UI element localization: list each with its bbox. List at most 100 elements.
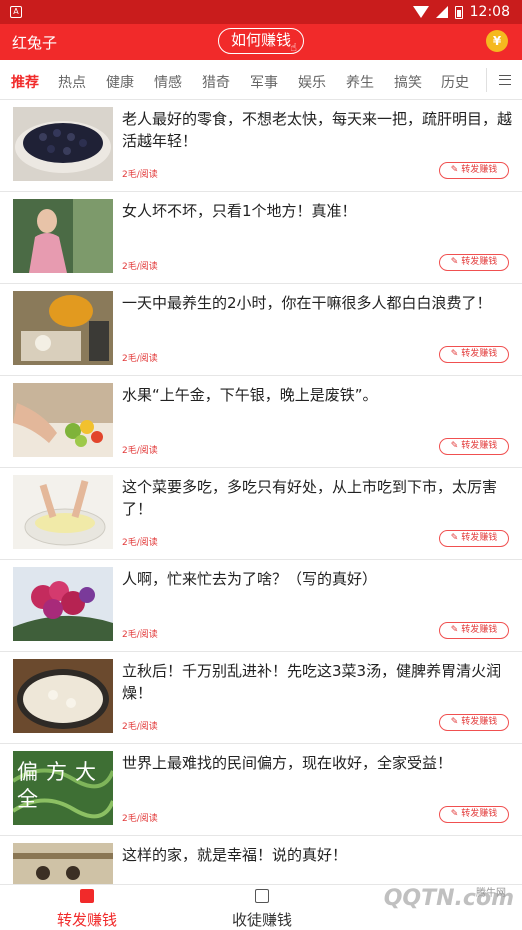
share-earn-button[interactable]: ✎ 转发赚钱	[439, 714, 509, 731]
share-icon: ✎	[450, 809, 462, 819]
thumbnail	[13, 199, 113, 273]
reward-rate: 2毛/阅读	[122, 262, 158, 272]
list-item[interactable]: 女人坏不坏，只看1个地方！真准！ 2毛/阅读 ✎ 转发赚钱	[0, 192, 522, 284]
status-bar: A 12:08	[0, 0, 522, 24]
woman-dress-image	[13, 199, 113, 273]
share-label: 转发赚钱	[461, 717, 498, 727]
signal-icon	[435, 6, 448, 18]
list-item[interactable]: 立秋后！千万别乱进补！先吃这3菜3汤，健脾养胃清火润燥！ 2毛/阅读 ✎ 转发赚…	[0, 652, 522, 744]
reward-rate: 2毛/阅读	[122, 538, 158, 548]
share-icon: ✎	[450, 717, 462, 727]
nav-share-earn[interactable]: 转发赚钱	[17, 889, 157, 930]
item-title[interactable]: 立秋后！千万别乱进补！先吃这3菜3汤，健脾养胃清火润燥！	[122, 660, 514, 704]
item-title[interactable]: 这个菜要多吃，多吃只有好处，从上市吃到下市，太厉害了！	[122, 476, 514, 520]
item-title[interactable]: 一天中最养生的2小时，你在干嘛很多人都白白浪费了！	[122, 292, 514, 314]
share-earn-button[interactable]: ✎ 转发赚钱	[439, 622, 509, 639]
tab-military[interactable]: 军事	[250, 72, 278, 92]
list-item[interactable]: 老人最好的零食，不想老太快，每天来一把，疏肝明目，越活越年轻！ 2毛/阅读 ✎ …	[0, 100, 522, 192]
item-title[interactable]: 老人最好的零食，不想老太快，每天来一把，疏肝明目，越活越年轻！	[122, 108, 514, 152]
tab-health[interactable]: 健康	[106, 72, 134, 92]
share-earn-button[interactable]: ✎ 转发赚钱	[439, 162, 509, 179]
app-title: 红兔子	[12, 34, 58, 52]
thumbnail	[13, 659, 113, 733]
item-title[interactable]: 女人坏不坏，只看1个地方！真准！	[122, 200, 514, 222]
reward-rate: 2毛/阅读	[122, 354, 158, 364]
share-label: 转发赚钱	[461, 165, 498, 175]
share-icon: ✎	[450, 441, 462, 451]
tab-hot[interactable]: 热点	[58, 72, 86, 92]
app-bar: 红兔子 如何赚钱 ☝ ¥	[0, 24, 522, 60]
watermark: 腾牛网 QQTN.com	[384, 886, 514, 911]
thumbnail	[13, 475, 113, 549]
share-icon: ✎	[450, 257, 462, 267]
share-label: 转发赚钱	[461, 257, 498, 267]
share-label: 转发赚钱	[461, 533, 498, 543]
nav-share-earn-label: 转发赚钱	[56, 911, 117, 929]
news-feed[interactable]: 老人最好的零食，不想老太快，每天来一把，疏肝明目，越活越年轻！ 2毛/阅读 ✎ …	[0, 100, 522, 884]
share-earn-icon	[80, 889, 94, 903]
nav-recruit-earn[interactable]: 收徒赚钱	[192, 889, 332, 930]
yen-coin-icon[interactable]: ¥	[486, 30, 508, 52]
share-earn-button[interactable]: ✎ 转发赚钱	[439, 254, 509, 271]
share-icon: ✎	[450, 349, 462, 359]
share-icon: ✎	[450, 165, 462, 175]
tab-funny[interactable]: 搞笑	[394, 72, 422, 92]
hand-cursor-icon: ☝	[290, 41, 297, 54]
tab-wellness[interactable]: 养生	[346, 72, 374, 92]
thumbnail: 偏方大全	[13, 751, 113, 825]
battery-icon	[454, 5, 463, 19]
porridge-image	[13, 659, 113, 733]
thumbnail	[13, 567, 113, 641]
share-earn-button[interactable]: ✎ 转发赚钱	[439, 438, 509, 455]
tab-entertainment[interactable]: 娱乐	[298, 72, 326, 92]
reward-rate: 2毛/阅读	[122, 722, 158, 732]
flowers-image	[13, 567, 113, 641]
reward-rate: 2毛/阅读	[122, 630, 158, 640]
recruit-earn-icon	[255, 889, 269, 903]
share-label: 转发赚钱	[461, 349, 498, 359]
status-icons: 12:08	[412, 4, 510, 20]
tab-curiosity[interactable]: 猎奇	[202, 72, 230, 92]
share-label: 转发赚钱	[461, 809, 498, 819]
category-tabs: 推荐 热点 健康 情感 猎奇 军事 娱乐 养生 搞笑 历史	[0, 60, 522, 100]
item-title[interactable]: 水果“上午金，下午银，晚上是废铁”。	[122, 384, 514, 406]
share-label: 转发赚钱	[461, 441, 498, 451]
cabbage-bowl-image	[13, 475, 113, 549]
tab-history[interactable]: 历史	[441, 72, 469, 92]
list-item[interactable]: 这样的家，就是幸福！说的真好！	[0, 836, 522, 884]
thumbnail	[13, 383, 113, 457]
how-to-earn-button[interactable]: 如何赚钱 ☝	[218, 28, 304, 54]
list-item[interactable]: 一天中最养生的2小时，你在干嘛很多人都白白浪费了！ 2毛/阅读 ✎ 转发赚钱	[0, 284, 522, 376]
tabs-divider	[486, 68, 487, 92]
share-earn-button[interactable]: ✎ 转发赚钱	[439, 530, 509, 547]
item-title[interactable]: 人啊，忙来忙去为了啥？（写的真好）	[122, 568, 514, 590]
share-icon: ✎	[450, 625, 462, 635]
share-label: 转发赚钱	[461, 625, 498, 635]
list-item[interactable]: 水果“上午金，下午银，晚上是废铁”。 2毛/阅读 ✎ 转发赚钱	[0, 376, 522, 468]
share-earn-button[interactable]: ✎ 转发赚钱	[439, 806, 509, 823]
menu-icon[interactable]	[499, 75, 511, 85]
list-item[interactable]: 这个菜要多吃，多吃只有好处，从上市吃到下市，太厉害了！ 2毛/阅读 ✎ 转发赚钱	[0, 468, 522, 560]
notification-icon: A	[10, 6, 22, 18]
thumbnail	[13, 291, 113, 365]
reward-rate: 2毛/阅读	[122, 446, 158, 456]
status-time: 12:08	[469, 4, 510, 20]
list-item[interactable]: 偏方大全 世界上最难找的民间偏方，现在收好，全家受益！ 2毛/阅读 ✎ 转发赚钱	[0, 744, 522, 836]
blueberries-image	[13, 107, 113, 181]
share-icon: ✎	[450, 533, 462, 543]
list-item[interactable]: 人啊，忙来忙去为了啥？（写的真好） 2毛/阅读 ✎ 转发赚钱	[0, 560, 522, 652]
wifi-icon	[412, 6, 429, 18]
thumbnail	[13, 843, 113, 884]
reward-rate: 2毛/阅读	[122, 170, 158, 180]
item-title[interactable]: 世界上最难找的民间偏方，现在收好，全家受益！	[122, 752, 514, 774]
fruit-cutting-image	[13, 383, 113, 457]
family-image	[13, 843, 113, 884]
item-title[interactable]: 这样的家，就是幸福！说的真好！	[122, 844, 514, 866]
tab-emotion[interactable]: 情感	[154, 72, 182, 92]
tab-recommend[interactable]: 推荐	[11, 72, 39, 92]
share-earn-button[interactable]: ✎ 转发赚钱	[439, 346, 509, 363]
food-prep-image	[13, 291, 113, 365]
thumbnail	[13, 107, 113, 181]
watermark-sub: 腾牛网	[476, 888, 506, 899]
nav-recruit-earn-label: 收徒赚钱	[231, 911, 292, 929]
